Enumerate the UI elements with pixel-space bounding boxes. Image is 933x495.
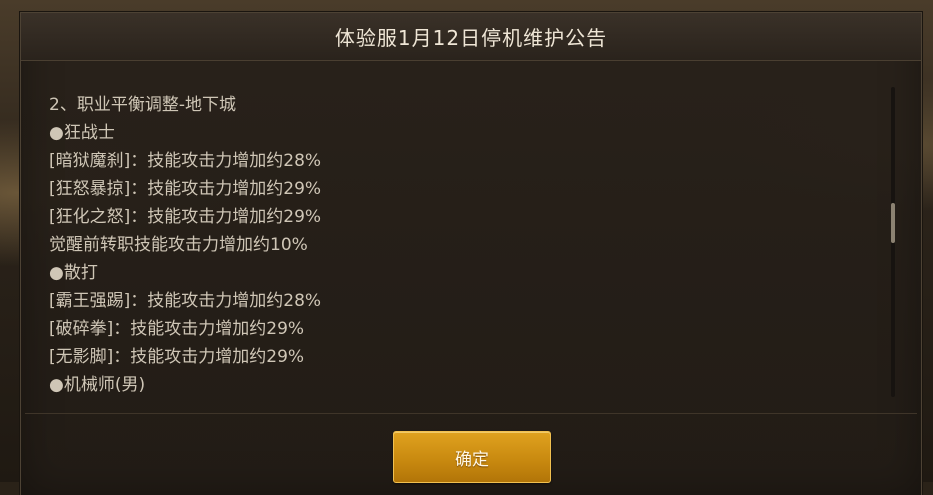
skill-change-line: [暗狱魔刹]：技能攻击力增加约28% [49, 151, 322, 171]
confirm-button[interactable]: 确定 [393, 431, 551, 483]
confirm-button-label: 确定 [455, 449, 489, 470]
dialog-title: 体验服1月12日停机维护公告 [334, 26, 608, 50]
section-heading: 2、职业平衡调整-地下城 [49, 95, 236, 115]
skill-change-line: [狂化之怒]：技能攻击力增加约29% [49, 207, 322, 227]
skill-change-line: [无影脚]：技能攻击力增加约29% [49, 347, 305, 367]
scrollbar-track[interactable] [891, 87, 895, 397]
skill-change-line: [破碎拳]：技能攻击力增加约29% [49, 319, 305, 339]
scrollbar-thumb[interactable] [891, 203, 895, 243]
skill-change-line: [狂怒暴掠]：技能攻击力增加约29% [49, 179, 322, 199]
dialog-title-bar: 体验服1月12日停机维护公告 [21, 13, 921, 61]
announcement-dialog: 体验服1月12日停机维护公告 2、职业平衡调整-地下城 ●狂战士 [暗狱魔刹]：… [20, 12, 922, 495]
class-heading: ●机械师(男) [49, 375, 146, 395]
class-heading: ●狂战士 [49, 123, 115, 143]
announcement-text: 2、职业平衡调整-地下城 ●狂战士 [暗狱魔刹]：技能攻击力增加约28% [狂怒… [49, 91, 879, 399]
class-heading: ●散打 [49, 263, 98, 283]
skill-change-line: 觉醒前转职技能攻击力增加约10% [49, 235, 308, 255]
announcement-content-area[interactable]: 2、职业平衡调整-地下城 ●狂战士 [暗狱魔刹]：技能攻击力增加约28% [狂怒… [25, 67, 917, 414]
skill-change-line: [霸王强踢]：技能攻击力增加约28% [49, 291, 322, 311]
